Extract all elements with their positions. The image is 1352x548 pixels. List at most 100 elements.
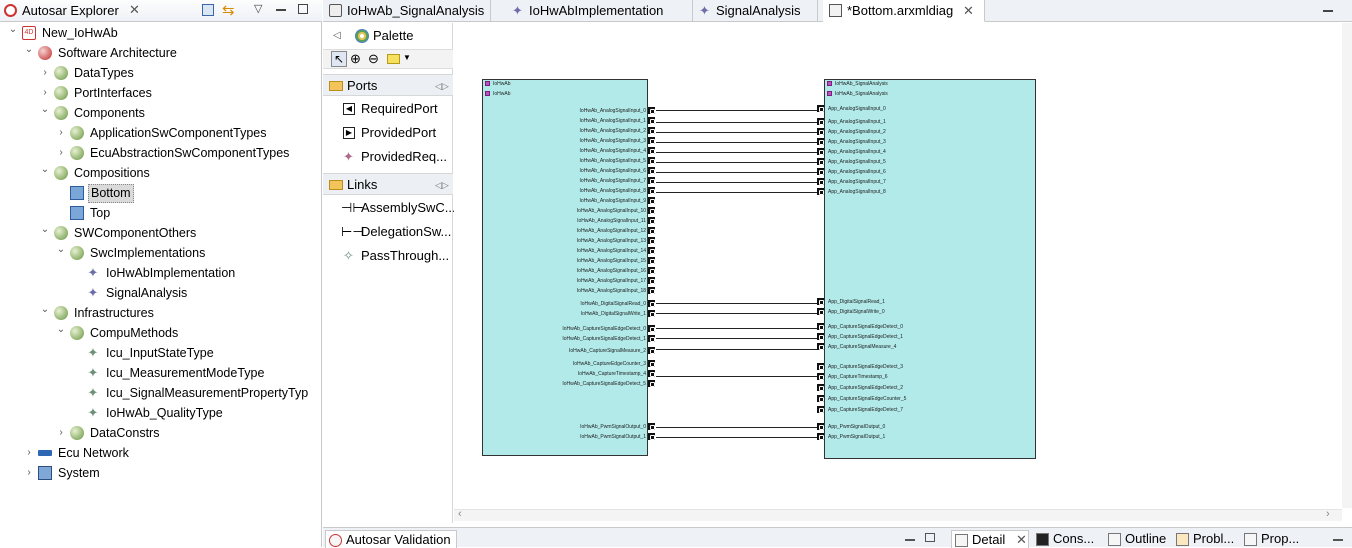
note-icon[interactable] [387, 54, 400, 64]
zoom-in-icon[interactable]: ⊕ [350, 51, 361, 67]
provided-port[interactable] [648, 277, 655, 284]
assembly-connector[interactable] [656, 132, 817, 133]
provided-port[interactable] [648, 137, 655, 144]
provided-port[interactable] [648, 310, 655, 317]
view-menu-icon[interactable]: ▽ [254, 2, 262, 15]
assembly-connector[interactable] [656, 437, 817, 438]
scroll-right-icon[interactable]: › [1326, 508, 1330, 520]
vertical-scrollbar[interactable] [1342, 23, 1352, 508]
provided-port[interactable] [648, 300, 655, 307]
assembly-connector[interactable] [656, 152, 817, 153]
tree-item-swcimplementations[interactable]: ⌄ SwcImplementations [0, 243, 321, 263]
chevron-right-icon[interactable]: › [56, 148, 66, 158]
minimize-icon[interactable] [1333, 539, 1343, 541]
explorer-tab[interactable]: Autosar Explorer ✕ ⇆ ▽ [0, 0, 322, 22]
provided-port[interactable] [648, 147, 655, 154]
chevron-right-icon[interactable]: › [40, 68, 50, 78]
tab-iohwab-signalanalysis[interactable]: IoHwAb_SignalAnalysis [323, 0, 491, 22]
maximize-icon[interactable] [298, 4, 308, 14]
tree-item-bottom[interactable]: Bottom [0, 183, 321, 203]
required-port[interactable] [817, 423, 824, 430]
provided-port[interactable] [648, 207, 655, 214]
tab-autosar-validation[interactable]: Autosar Validation [325, 530, 457, 548]
provided-port[interactable] [648, 247, 655, 254]
provided-port[interactable] [648, 360, 655, 367]
tree-item-components[interactable]: ⌄ Components [0, 103, 321, 123]
palette-item-assemblyswconnector[interactable]: ⊣⊢ AssemblySwC... [323, 197, 456, 219]
provided-port[interactable] [648, 423, 655, 430]
maximize-icon[interactable] [925, 533, 935, 542]
chevron-down-icon[interactable]: ⌄ [56, 245, 66, 255]
required-port[interactable] [817, 158, 824, 165]
chevron-down-icon[interactable]: ⌄ [40, 225, 50, 235]
link-with-editor-icon[interactable]: ⇆ [222, 1, 235, 19]
chevron-down-icon[interactable]: ⌄ [24, 45, 34, 55]
palette-item-providedport[interactable]: ▶ ProvidedPort [323, 122, 453, 144]
provided-port[interactable] [648, 237, 655, 244]
assembly-connector[interactable] [656, 142, 817, 143]
palette-item-delegationswconnector[interactable]: ⊢⊣ DelegationSw... [323, 221, 453, 243]
required-port[interactable] [817, 323, 824, 330]
assembly-connector[interactable] [656, 192, 817, 193]
minimize-icon[interactable] [905, 539, 915, 541]
assembly-connector[interactable] [656, 172, 817, 173]
assembly-connector[interactable] [656, 427, 817, 428]
tree-item-compumethods[interactable]: ⌄ CompuMethods [0, 323, 321, 343]
provided-port[interactable] [648, 227, 655, 234]
chevron-down-icon[interactable]: ⌄ [8, 25, 18, 35]
required-port[interactable] [817, 384, 824, 391]
chevron-right-icon[interactable]: › [56, 428, 66, 438]
select-tool-icon[interactable]: ↖ [331, 51, 347, 67]
chevron-right-icon[interactable]: › [24, 448, 34, 458]
tab-signalanalysis[interactable]: ✦ SignalAnalysis [692, 0, 818, 22]
assembly-connector[interactable] [656, 122, 817, 123]
tree-item-new-iohwab[interactable]: ⌄ 4D New_IoHwAb [0, 23, 321, 43]
required-port[interactable] [817, 406, 824, 413]
tree-item-icu-inputstatetype[interactable]: ✦ Icu_InputStateType [0, 343, 321, 363]
provided-port[interactable] [648, 267, 655, 274]
scroll-left-icon[interactable]: ‹ [458, 508, 462, 520]
required-port[interactable] [817, 308, 824, 315]
chevron-right-icon[interactable]: › [40, 88, 50, 98]
required-port[interactable] [817, 168, 824, 175]
chevron-down-icon[interactable]: ▼ [403, 53, 411, 62]
close-icon[interactable]: ✕ [1016, 531, 1027, 548]
tree-item-portinterfaces[interactable]: › PortInterfaces [0, 83, 321, 103]
close-icon[interactable]: ✕ [129, 2, 140, 18]
zoom-out-icon[interactable]: ⊖ [368, 51, 379, 67]
palette-item-requiredport[interactable]: ◀ RequiredPort [323, 98, 453, 120]
chevron-down-icon[interactable]: ⌄ [40, 305, 50, 315]
assembly-connector[interactable] [656, 313, 817, 314]
tree-item-swcomponentothers[interactable]: ⌄ SWComponentOthers [0, 223, 321, 243]
required-port[interactable] [817, 343, 824, 350]
ports-drawer-header[interactable]: Ports ◁▷ [323, 74, 453, 96]
provided-port[interactable] [648, 257, 655, 264]
provided-port[interactable] [648, 167, 655, 174]
chevron-right-icon[interactable]: › [24, 468, 34, 478]
tree-item-icu-signalmeasurementpropertytyp[interactable]: ✦ Icu_SignalMeasurementPropertyTyp [0, 383, 321, 403]
pin-icon[interactable]: ◁▷ [435, 75, 449, 97]
palette-header[interactable]: ◁ Palette [323, 25, 453, 47]
provided-port[interactable] [648, 107, 655, 114]
collapse-all-icon[interactable] [202, 4, 214, 16]
tree-item-software-architecture[interactable]: ⌄ Software Architecture [0, 43, 321, 63]
provided-port[interactable] [648, 433, 655, 440]
required-port[interactable] [817, 395, 824, 402]
required-port[interactable] [817, 128, 824, 135]
required-port[interactable] [817, 363, 824, 370]
provided-port[interactable] [648, 335, 655, 342]
provided-port[interactable] [648, 197, 655, 204]
tree-item-dataconstrs[interactable]: › DataConstrs [0, 423, 321, 443]
collapse-palette-icon[interactable]: ◁ [333, 25, 341, 47]
chevron-down-icon[interactable]: ⌄ [40, 105, 50, 115]
chevron-right-icon[interactable]: › [56, 128, 66, 138]
tree-item-applicationswcomponenttypes[interactable]: › ApplicationSwComponentTypes [0, 123, 321, 143]
provided-port[interactable] [648, 117, 655, 124]
assembly-connector[interactable] [656, 349, 817, 350]
provided-port[interactable] [648, 157, 655, 164]
horizontal-scrollbar[interactable]: ‹ › [454, 508, 1342, 521]
minimize-icon[interactable] [276, 9, 286, 11]
tree-item-datatypes[interactable]: › DataTypes [0, 63, 321, 83]
tab-console[interactable]: Cons... [1033, 530, 1103, 548]
close-icon[interactable]: ✕ [963, 0, 974, 22]
